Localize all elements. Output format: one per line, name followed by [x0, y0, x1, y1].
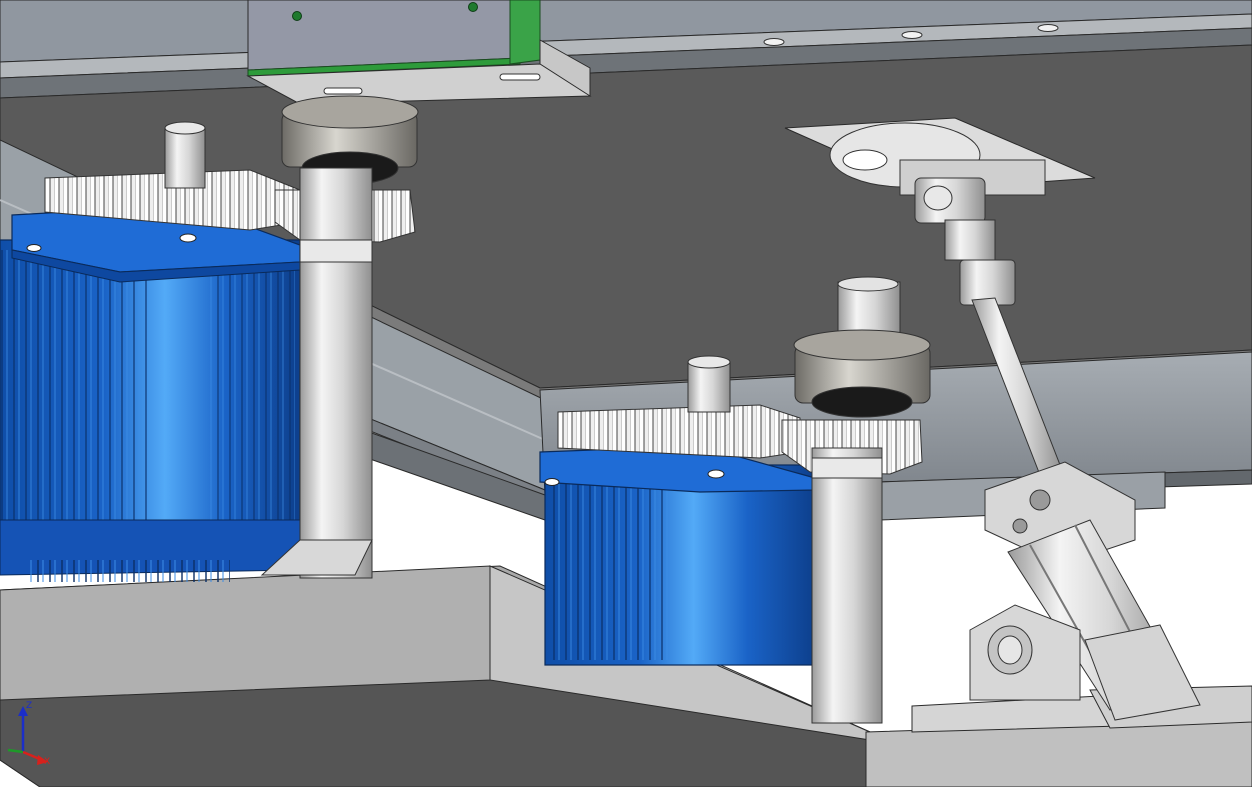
vertical-shaft-middle[interactable]: [811, 447, 883, 724]
screw-hole-icon: [707, 469, 725, 479]
pcb-led-icon: [292, 11, 302, 21]
triad-x-label: X: [44, 757, 50, 767]
assembly-model[interactable]: Z X: [0, 0, 1252, 788]
sensor-block[interactable]: [246, 0, 592, 105]
motor-shaft-middle[interactable]: [687, 355, 731, 413]
port-hole-icon: [1012, 518, 1028, 534]
slot-hole-icon: [499, 73, 541, 81]
screw-hole-icon: [544, 478, 560, 486]
screw-hole-icon: [26, 244, 42, 252]
motor-shaft-left[interactable]: [164, 121, 206, 189]
servo-motor-middle[interactable]: [539, 445, 816, 666]
servo-motor-left[interactable]: [0, 204, 301, 582]
cad-3d-viewport[interactable]: Z X: [0, 0, 1252, 788]
screw-hole-icon: [179, 233, 197, 243]
pcb-led-icon: [468, 2, 478, 12]
gear-middle-large[interactable]: [557, 404, 801, 459]
mounting-hole-icon: [1037, 24, 1059, 32]
mounting-hole-icon: [901, 31, 923, 39]
slot-hole-icon: [323, 87, 363, 95]
mounting-hole-icon: [763, 38, 785, 46]
port-hole-icon: [1029, 489, 1051, 511]
triad-z-label: Z: [26, 701, 32, 711]
